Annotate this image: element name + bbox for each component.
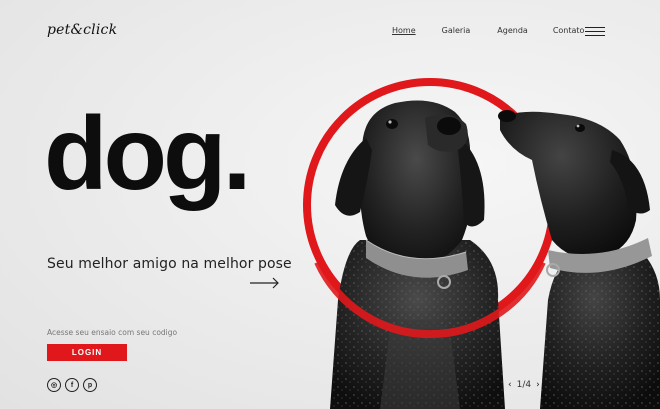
nav-agenda[interactable]: Agenda bbox=[497, 26, 528, 35]
chevron-right-icon[interactable]: › bbox=[536, 380, 540, 390]
instagram-icon[interactable]: ◎ bbox=[47, 378, 61, 392]
nav-galeria[interactable]: Galeria bbox=[442, 26, 471, 35]
red-ring bbox=[303, 78, 557, 332]
pinterest-icon[interactable]: p bbox=[83, 378, 97, 392]
hero-headline: dog. bbox=[44, 96, 251, 212]
hero-tagline: Seu melhor amigo na melhor pose bbox=[47, 256, 292, 272]
main-nav: Home Galeria Agenda Contato bbox=[392, 26, 584, 35]
slide-pager: ‹ 1/4 › bbox=[508, 380, 540, 390]
facebook-icon[interactable]: f bbox=[65, 378, 79, 392]
login-button[interactable]: LOGIN bbox=[47, 344, 127, 361]
pager-count: 1/4 bbox=[516, 380, 532, 390]
landing-page: pet&click Home Galeria Agenda Contato do… bbox=[0, 0, 660, 409]
nav-contato[interactable]: Contato bbox=[553, 26, 585, 35]
social-links: ◎ f p bbox=[47, 378, 97, 392]
access-text: Acesse seu ensaio com seu codigo bbox=[47, 328, 178, 337]
hamburger-menu-icon[interactable] bbox=[585, 27, 605, 36]
arrow-right-icon[interactable] bbox=[250, 277, 280, 289]
brand-logo[interactable]: pet&click bbox=[47, 22, 117, 38]
chevron-left-icon[interactable]: ‹ bbox=[508, 380, 512, 390]
nav-home[interactable]: Home bbox=[392, 26, 416, 35]
